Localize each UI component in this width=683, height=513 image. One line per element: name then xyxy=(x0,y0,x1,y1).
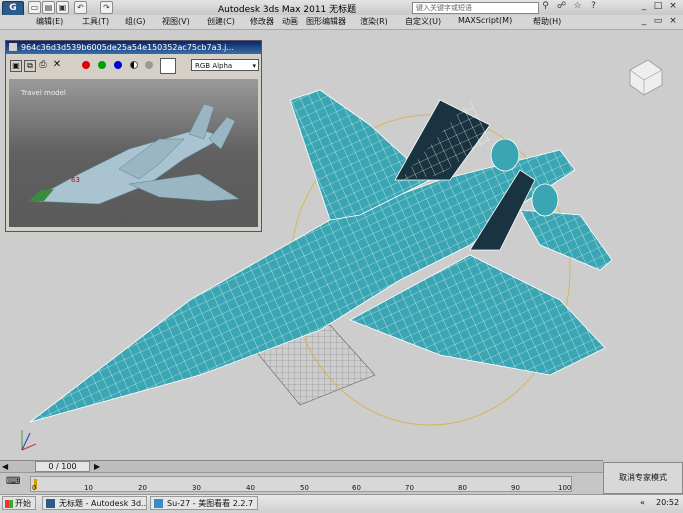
doc-minimize-button[interactable]: _ xyxy=(638,16,650,27)
redo-icon[interactable]: ↷ xyxy=(100,1,113,14)
open-file-icon[interactable]: ▤ xyxy=(42,1,55,14)
track-bar[interactable]: ⌨ 0 10 20 30 40 50 60 70 80 90 100 xyxy=(0,472,603,495)
tick-80: 80 xyxy=(458,484,467,492)
close-button[interactable]: × xyxy=(667,1,679,12)
task-3dsmax[interactable]: 无标题 - Autodesk 3d... xyxy=(42,496,147,510)
swatch-color[interactable] xyxy=(160,58,176,74)
tick-50: 50 xyxy=(300,484,309,492)
menu-animation[interactable]: 动画 xyxy=(282,16,298,27)
channel-select[interactable]: RGB Alpha ▾ xyxy=(191,59,259,71)
tick-20: 20 xyxy=(138,484,147,492)
tick-30: 30 xyxy=(192,484,201,492)
green-channel-toggle[interactable] xyxy=(98,61,106,69)
tick-60: 60 xyxy=(352,484,361,492)
menu-graph-editors[interactable]: 图形编辑器 xyxy=(306,16,346,27)
tick-0: 0 xyxy=(32,484,37,492)
search-icon[interactable]: ⚲ xyxy=(540,1,551,12)
favorites-icon[interactable]: ☆ xyxy=(572,1,583,12)
red-channel-toggle[interactable] xyxy=(82,61,90,69)
menu-rendering[interactable]: 渲染(R) xyxy=(360,16,388,27)
minimize-button[interactable]: _ xyxy=(638,1,650,12)
menu-views[interactable]: 视图(V) xyxy=(162,16,190,27)
jet-marking: 63 xyxy=(71,176,80,184)
app-logo-button[interactable]: G xyxy=(2,1,24,16)
cancel-expert-mode-button[interactable]: 取消专家模式 xyxy=(603,462,683,494)
time-slider-thumb[interactable]: 0 / 100 xyxy=(35,461,90,472)
menu-maxscript[interactable]: MAXScript(M) xyxy=(458,16,512,25)
menu-edit[interactable]: 编辑(E) xyxy=(36,16,63,27)
doc-restore-button[interactable]: ▭ xyxy=(652,16,664,27)
mono-toggle[interactable] xyxy=(145,61,153,69)
clear-icon[interactable]: ✕ xyxy=(52,60,62,70)
save-image-icon[interactable]: ▣ xyxy=(10,60,22,72)
clone-window-icon[interactable]: ⧉ xyxy=(24,60,36,72)
time-next-icon[interactable]: ▶ xyxy=(94,462,102,471)
image-window-title[interactable]: 964c36d3d539b6005de25a54e150352ac75cb7a3… xyxy=(6,41,261,54)
menu-group[interactable]: 组(G) xyxy=(125,16,145,27)
tray-expand-icon[interactable]: « xyxy=(640,498,645,507)
undo-icon[interactable]: ↶ xyxy=(74,1,87,14)
image-viewer-window[interactable]: 964c36d3d539b6005de25a54e150352ac75cb7a3… xyxy=(5,40,262,232)
menu-modifiers[interactable]: 修改器 xyxy=(250,16,274,27)
save-file-icon[interactable]: ▣ xyxy=(56,1,69,14)
image-window-toolbar: ▣ ⧉ ⎙ ✕ RGB Alpha ▾ xyxy=(6,55,261,77)
help-icon[interactable]: ? xyxy=(588,1,599,12)
maximize-button[interactable]: □ xyxy=(652,1,664,12)
image-viewer-icon xyxy=(154,499,163,508)
image-window-title-text: 964c36d3d539b6005de25a54e150352ac75cb7a3… xyxy=(21,43,234,52)
windows-logo-icon xyxy=(5,500,13,508)
menu-help[interactable]: 帮助(H) xyxy=(533,16,561,27)
alpha-channel-toggle[interactable] xyxy=(130,61,138,69)
search-input[interactable]: 键入关键字或短语 xyxy=(412,2,539,14)
jet-photo: 63 Travel model xyxy=(20,89,240,205)
menu-create[interactable]: 创建(C) xyxy=(207,16,235,27)
task-image-viewer[interactable]: Su-27 - 美图看看 2.2.7 xyxy=(150,496,258,510)
system-clock: 20:52 xyxy=(656,498,680,507)
new-file-icon[interactable]: ▭ xyxy=(28,1,41,14)
doc-close-button[interactable]: × xyxy=(667,16,679,27)
image-caption: Travel model xyxy=(20,89,66,97)
tick-90: 90 xyxy=(511,484,520,492)
tick-70: 70 xyxy=(405,484,414,492)
app-title: Autodesk 3ds Max 2011 无标题 xyxy=(218,5,357,15)
tick-100: 100 xyxy=(558,484,572,492)
window-icon xyxy=(9,43,17,51)
3dsmax-icon xyxy=(46,499,55,508)
start-button[interactable]: 开始 xyxy=(2,496,36,510)
rendered-image: 63 Travel model xyxy=(9,79,258,227)
mini-curve-editor-icon[interactable]: ⌨ xyxy=(6,476,20,487)
time-prev-icon[interactable]: ◀ xyxy=(2,462,10,471)
print-icon[interactable]: ⎙ xyxy=(38,60,48,70)
community-icon[interactable]: ☍ xyxy=(556,1,567,12)
tick-10: 10 xyxy=(84,484,93,492)
blue-channel-toggle[interactable] xyxy=(114,61,122,69)
tick-40: 40 xyxy=(246,484,255,492)
menu-tools[interactable]: 工具(T) xyxy=(82,16,109,27)
menu-customize[interactable]: 自定义(U) xyxy=(405,16,441,27)
